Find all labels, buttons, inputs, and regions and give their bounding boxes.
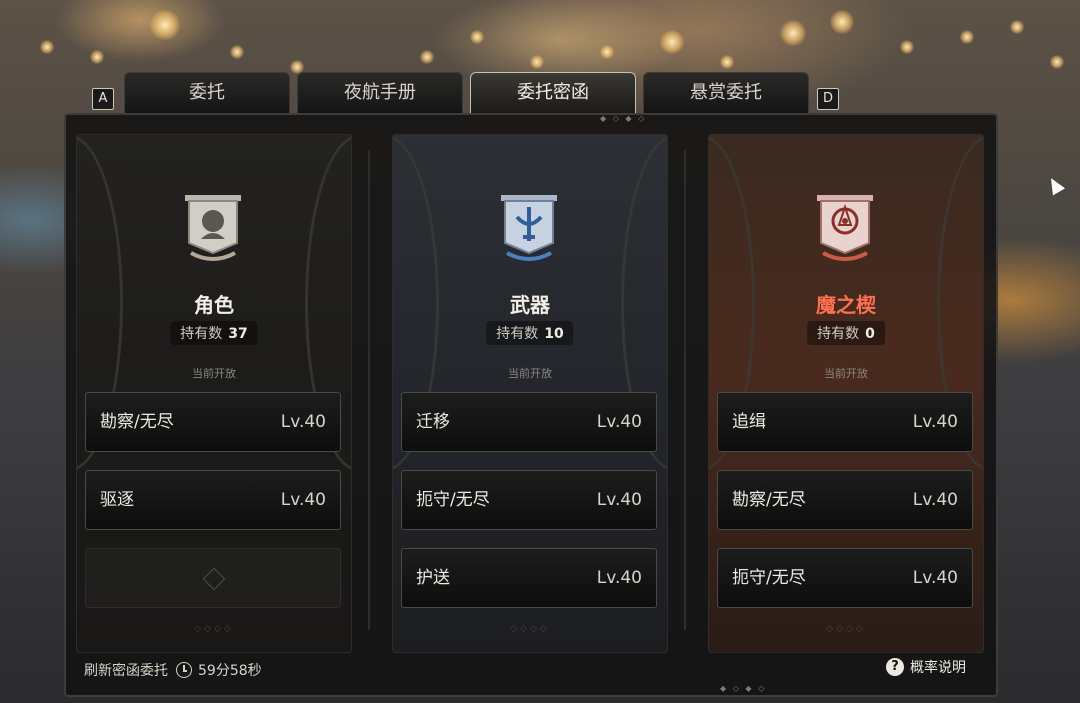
owned-count-label: 持有数 bbox=[817, 326, 860, 342]
mission-level: Lv.40 bbox=[596, 490, 642, 510]
column-footer-ornament: ◇◇◇◇ bbox=[194, 624, 234, 634]
mission-name: 驱逐 bbox=[100, 490, 134, 510]
demon-wedge-column: 魔之楔 持有数 0 当前开放 追缉 Lv.40 勘察/无尽 Lv.40 扼守/无尽… bbox=[708, 134, 984, 653]
mission-entry[interactable]: 护送 Lv.40 bbox=[401, 548, 657, 608]
mission-entry[interactable]: 勘察/无尽 Lv.40 bbox=[85, 392, 341, 452]
owned-count-label: 持有数 bbox=[496, 326, 539, 342]
mission-level: Lv.40 bbox=[280, 490, 326, 510]
mission-name: 扼守/无尽 bbox=[416, 490, 490, 510]
mission-name: 扼守/无尽 bbox=[732, 568, 806, 588]
refresh-label: 刷新密函委托 bbox=[84, 663, 168, 679]
mission-name: 追缉 bbox=[732, 412, 766, 432]
category-title: 魔之楔 bbox=[816, 293, 876, 317]
character-emblem-icon bbox=[181, 191, 245, 267]
category-title: 武器 bbox=[510, 293, 550, 317]
owned-count: 持有数 0 bbox=[807, 321, 885, 345]
mission-level: Lv.40 bbox=[596, 412, 642, 432]
owned-count-value: 37 bbox=[228, 326, 248, 342]
refresh-time: 59分58秒 bbox=[198, 663, 262, 679]
owned-count: 持有数 37 bbox=[170, 321, 258, 345]
mission-name: 勘察/无尽 bbox=[732, 490, 806, 510]
column-divider bbox=[678, 150, 692, 630]
column-divider bbox=[362, 150, 376, 630]
panel-top-ornament: ◆ ◇ ◆ ◇ bbox=[600, 114, 647, 123]
mission-name: 护送 bbox=[416, 568, 450, 588]
mission-entry[interactable]: 追缉 Lv.40 bbox=[717, 392, 973, 452]
open-status: 当前开放 bbox=[508, 367, 552, 380]
tab-right-key[interactable]: D bbox=[817, 88, 839, 110]
weapon-column: 武器 持有数 10 当前开放 迁移 Lv.40 扼守/无尽 Lv.40 护送 Lv… bbox=[392, 134, 668, 653]
tab-bounty-commission[interactable]: 悬赏委托 bbox=[643, 72, 809, 114]
empty-mission-slot bbox=[85, 548, 341, 608]
empty-slot-diamond-icon bbox=[202, 567, 226, 591]
column-footer-ornament: ◇◇◇◇ bbox=[510, 624, 550, 634]
mission-entry[interactable]: 扼守/无尽 Lv.40 bbox=[401, 470, 657, 530]
tab-night-voyage-handbook[interactable]: 夜航手册 bbox=[297, 72, 463, 114]
open-status: 当前开放 bbox=[192, 367, 236, 380]
mouse-cursor-icon bbox=[1044, 174, 1066, 196]
demon-wedge-emblem-icon bbox=[813, 191, 877, 267]
mission-entry[interactable]: 扼守/无尽 Lv.40 bbox=[717, 548, 973, 608]
owned-count-value: 10 bbox=[544, 326, 564, 342]
clock-icon bbox=[176, 662, 192, 678]
mission-entry[interactable]: 迁移 Lv.40 bbox=[401, 392, 657, 452]
probability-label: 概率说明 bbox=[910, 660, 966, 676]
open-status: 当前开放 bbox=[824, 367, 868, 380]
mission-level: Lv.40 bbox=[280, 412, 326, 432]
mission-name: 勘察/无尽 bbox=[100, 412, 174, 432]
tab-commission[interactable]: 委托 bbox=[124, 72, 290, 114]
owned-count-label: 持有数 bbox=[180, 326, 223, 342]
mission-level: Lv.40 bbox=[596, 568, 642, 588]
mission-level: Lv.40 bbox=[912, 412, 958, 432]
mission-name: 迁移 bbox=[416, 412, 450, 432]
mission-entry[interactable]: 驱逐 Lv.40 bbox=[85, 470, 341, 530]
mission-entry[interactable]: 勘察/无尽 Lv.40 bbox=[717, 470, 973, 530]
character-column: 角色 持有数 37 当前开放 勘察/无尽 Lv.40 驱逐 Lv.40 ◇◇◇◇ bbox=[76, 134, 352, 653]
refresh-timer: 刷新密函委托 59分58秒 bbox=[84, 660, 262, 680]
column-footer-ornament: ◇◇◇◇ bbox=[826, 624, 866, 634]
tab-commission-letters[interactable]: 委托密函 bbox=[470, 72, 636, 115]
owned-count: 持有数 10 bbox=[486, 321, 574, 345]
owned-count-value: 0 bbox=[865, 326, 875, 342]
category-title: 角色 bbox=[194, 293, 234, 317]
panel-bottom-ornament: ◆ ◇ ◆ ◇ bbox=[720, 684, 767, 693]
mission-level: Lv.40 bbox=[912, 568, 958, 588]
probability-info-button[interactable]: ? 概率说明 bbox=[886, 657, 966, 677]
tab-left-key[interactable]: A bbox=[92, 88, 114, 110]
weapon-emblem-icon bbox=[497, 191, 561, 267]
question-icon: ? bbox=[886, 658, 904, 676]
mission-level: Lv.40 bbox=[912, 490, 958, 510]
